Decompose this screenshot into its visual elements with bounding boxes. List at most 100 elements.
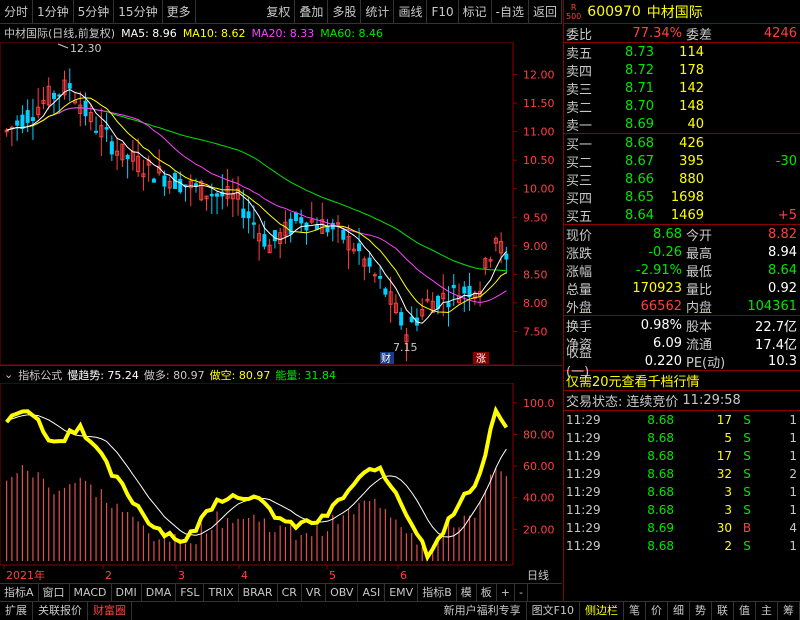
tab-5min[interactable]: 5分钟 xyxy=(74,0,115,24)
multi-stock-button[interactable]: 多股 xyxy=(328,0,362,24)
indicator-tab[interactable]: 指标B xyxy=(418,583,457,602)
f10-button[interactable]: F10 xyxy=(427,0,459,24)
tick-row: 11:29 8.68 3 S 1 xyxy=(564,483,800,501)
tick-price: 8.68 xyxy=(647,467,674,481)
wealth-circle-button[interactable]: 财富圈 xyxy=(88,602,132,620)
stat-value: 8.68 xyxy=(653,226,682,242)
price-tick-label: 10.50 xyxy=(523,154,555,167)
tab-timeshare[interactable]: 分时 xyxy=(0,0,34,24)
candle-body xyxy=(178,178,183,193)
tab-value[interactable]: 值 xyxy=(734,602,756,620)
tab-price[interactable]: 价 xyxy=(646,602,668,620)
indicator-tab[interactable]: FSL xyxy=(176,583,205,602)
candle-body xyxy=(293,212,298,221)
indicator-tab[interactable]: CR xyxy=(278,583,302,602)
stat-value: 170923 xyxy=(632,280,682,296)
tab-chips[interactable]: 筹 xyxy=(778,602,800,620)
related-quotes-button[interactable]: 关联报价 xyxy=(33,602,88,620)
indicator-menu-icon[interactable]: ⌄ xyxy=(4,368,13,381)
high-pointer xyxy=(57,43,69,49)
bid-volume: 426 xyxy=(679,135,704,151)
tab-15min[interactable]: 15分钟 xyxy=(114,0,163,24)
indicator-tab[interactable]: DMA xyxy=(142,583,177,602)
draw-line-button[interactable]: 画线 xyxy=(394,0,428,24)
tab-trend[interactable]: 势 xyxy=(690,602,712,620)
indicator-tab[interactable]: ASI xyxy=(358,583,386,602)
stats-button[interactable]: 统计 xyxy=(361,0,395,24)
adjust-button[interactable]: 复权 xyxy=(262,0,296,24)
indicator-tick-label: 60.00 xyxy=(523,460,555,473)
ma60-line xyxy=(6,107,507,272)
stat2-value: 0.98% xyxy=(640,317,682,333)
indicator-tab[interactable]: 指标A xyxy=(0,583,39,602)
indicator-chart[interactable]: 100.0 80.00 60.00 40.00 20.00 xyxy=(0,383,562,565)
stat-value-2: 8.94 xyxy=(768,244,797,260)
stat2-label-2: 股本 xyxy=(686,319,713,335)
tab-main[interactable]: 主 xyxy=(756,602,778,620)
indicator-tab[interactable]: OBV xyxy=(326,583,359,602)
more-button[interactable]: 更多 xyxy=(163,0,196,24)
candle-body xyxy=(104,127,109,130)
remove-watchlist-button[interactable]: -自选 xyxy=(492,0,529,24)
indicator-tab[interactable]: 窗口 xyxy=(39,583,70,602)
tick-time: 11:29 xyxy=(566,485,601,499)
tab-related[interactable]: 联 xyxy=(712,602,734,620)
tick-price: 8.68 xyxy=(647,413,674,427)
candle-body xyxy=(151,178,156,183)
indicator-tab[interactable]: DMI xyxy=(112,583,142,602)
tab-ticks[interactable]: 笔 xyxy=(624,602,646,620)
back-button[interactable]: 返回 xyxy=(529,0,562,24)
indicator-tab[interactable]: TRIX xyxy=(204,583,239,602)
indicator-tab[interactable]: MACD xyxy=(70,583,112,602)
candle-body xyxy=(357,243,362,252)
stat-value-2: 104361 xyxy=(747,298,797,314)
candle-body xyxy=(272,230,277,242)
indicator-tab[interactable]: BRAR xyxy=(239,583,278,602)
indicator-tab[interactable]: + xyxy=(497,583,515,602)
candle-body xyxy=(162,175,167,187)
energy-label: 能量: 31.84 xyxy=(275,368,337,382)
candle-body xyxy=(109,141,114,155)
quote-title: R 500 600970 中材国际 xyxy=(564,0,800,24)
tick-price: 8.69 xyxy=(647,521,674,535)
indicator-name[interactable]: 指标公式 xyxy=(18,367,62,383)
indicator-tab[interactable]: EMV xyxy=(385,583,419,602)
stat2-value: 6.09 xyxy=(653,335,682,351)
candle-body xyxy=(314,224,319,230)
chart-name: 中材国际(日线,前复权) xyxy=(4,27,116,40)
indicator-tab[interactable]: 板 xyxy=(477,583,497,602)
stat2-value: 0.220 xyxy=(644,353,682,369)
tick-volume: 32 xyxy=(716,467,732,481)
price-chart[interactable]: 12.00 11.50 11.00 10.50 10.00 9.50 9.00 8.50 8.0… xyxy=(0,42,562,365)
tick-volume: 17 xyxy=(716,413,732,427)
stat-label-2: 最高 xyxy=(686,246,713,262)
indicator-tab[interactable]: VR xyxy=(302,583,327,602)
expand-button[interactable]: 扩展 xyxy=(0,602,33,620)
price-tick-label: 11.50 xyxy=(523,97,555,110)
ask-price: 8.70 xyxy=(625,98,654,114)
tab-detail[interactable]: 细 xyxy=(668,602,690,620)
new-user-promo-link[interactable]: 新用户福利专享 xyxy=(439,602,527,620)
bid-volume: 395 xyxy=(679,153,704,169)
tick-count: 1 xyxy=(789,485,797,499)
order-diff-label: 委差 xyxy=(686,27,713,43)
candle-body xyxy=(15,120,20,126)
time-tick-label: 4 xyxy=(241,569,248,582)
indicator-tick-label: 40.00 xyxy=(523,492,555,505)
tab-1min[interactable]: 1分钟 xyxy=(33,0,74,24)
ask-label: 卖五 xyxy=(566,46,593,62)
order-diff-value: 4246 xyxy=(763,25,797,41)
mark-button[interactable]: 标记 xyxy=(459,0,492,24)
stat2-label-2: 流通 xyxy=(686,337,713,353)
sidebar-toggle[interactable]: 侧边栏 xyxy=(580,602,624,620)
indicator-tab[interactable]: - xyxy=(515,583,528,602)
bid-price: 8.66 xyxy=(625,171,654,187)
depth-promo-link[interactable]: 仅需20元查看千档行情 xyxy=(566,371,700,390)
f10-link[interactable]: 图文F10 xyxy=(527,602,580,620)
overlay-button[interactable]: 叠加 xyxy=(295,0,329,24)
ask-label: 卖四 xyxy=(566,64,593,80)
ma5-line xyxy=(6,89,507,324)
ma20-line xyxy=(6,107,507,304)
indicator-tab[interactable]: 模 xyxy=(457,583,477,602)
period-label[interactable]: 日线 xyxy=(527,568,549,582)
